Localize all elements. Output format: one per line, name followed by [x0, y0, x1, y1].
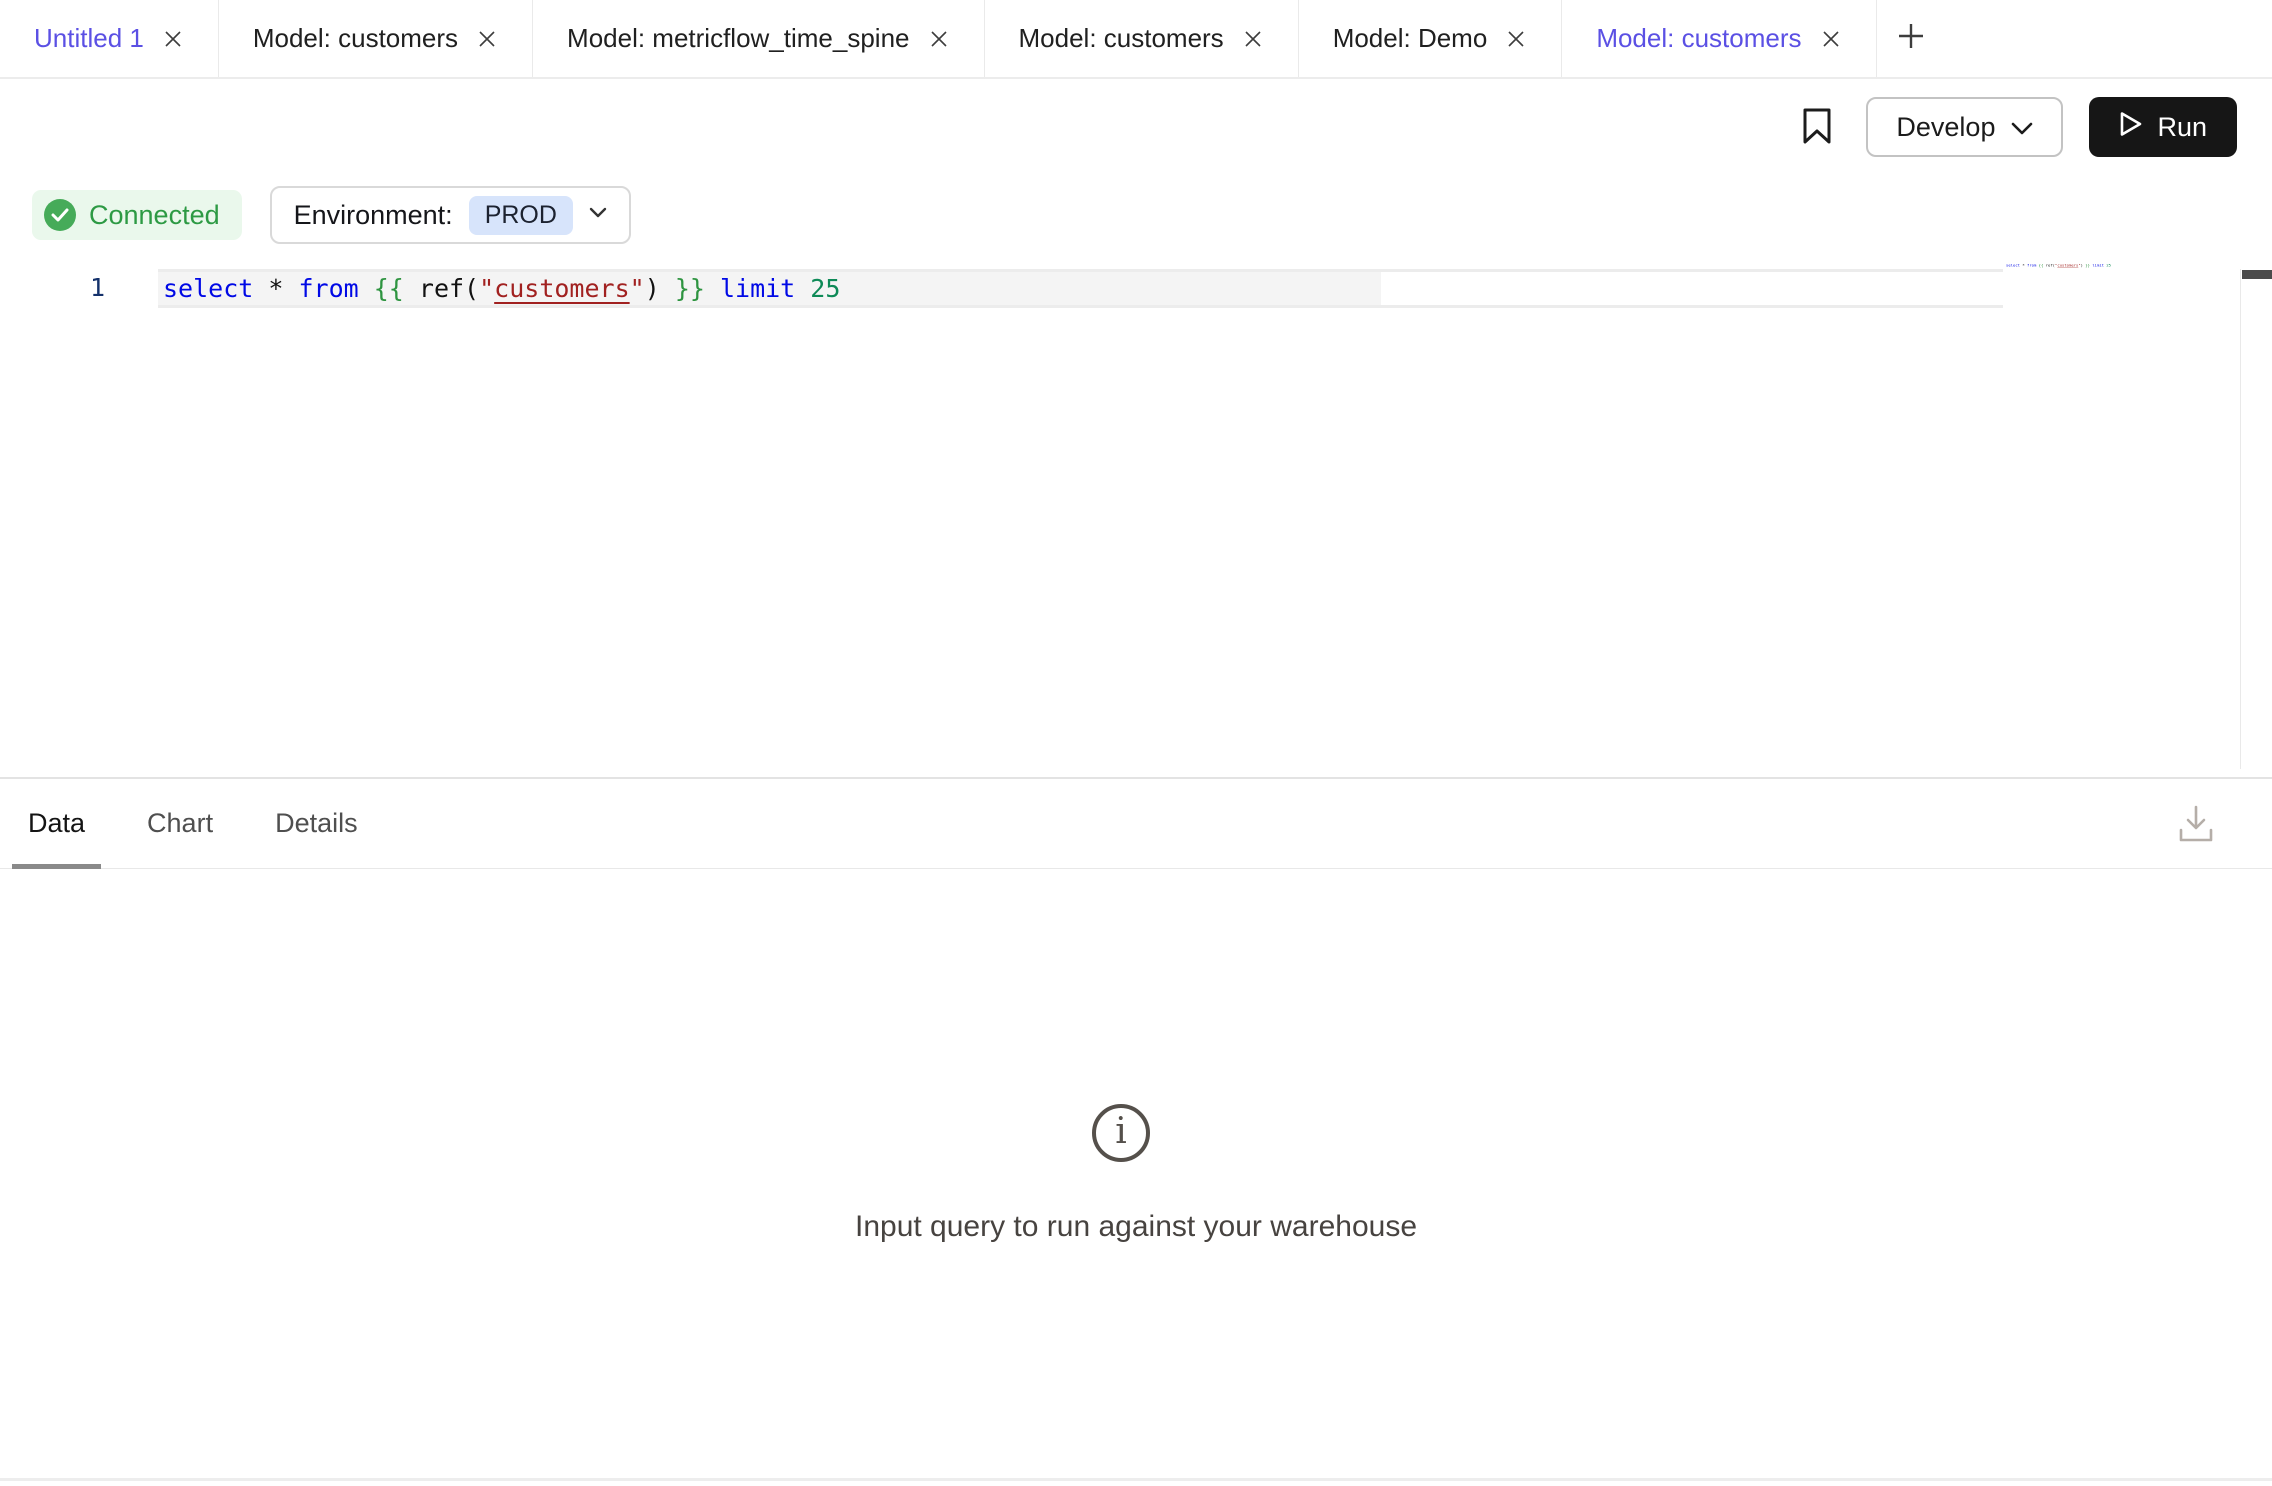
minimap-token: limit — [2092, 263, 2106, 267]
plus-icon — [1895, 20, 1927, 57]
minimap-token: 25 — [2106, 263, 2111, 267]
tab-untitled-1[interactable]: Untitled 1 — [0, 0, 219, 77]
minimap-token: {{ — [2039, 263, 2046, 267]
results-tab-label: Details — [275, 808, 358, 839]
empty-state-message: Input query to run against your warehous… — [855, 1210, 1417, 1244]
results-tab-bar: Data Chart Details — [0, 779, 2272, 869]
download-icon — [2177, 833, 2215, 848]
tab-model-metricflow-time-spine[interactable]: Model: metricflow_time_spine — [533, 0, 984, 77]
editor-scrollbar-thumb[interactable] — [2242, 270, 2272, 279]
add-tab-button[interactable] — [1877, 0, 1951, 77]
minimap-code-preview: select * from {{ ref("customers") }} lim… — [2006, 263, 2042, 267]
results-tab-label: Chart — [147, 808, 213, 839]
results-empty-state: i Input query to run against your wareho… — [0, 869, 2272, 1244]
download-results-button[interactable] — [2176, 803, 2216, 847]
environment-select[interactable]: Environment: PROD — [270, 186, 631, 244]
play-icon — [2119, 111, 2143, 144]
code-token: " — [630, 274, 645, 303]
close-tab-icon[interactable] — [1505, 28, 1527, 50]
code-token: limit — [720, 274, 810, 303]
close-tab-icon[interactable] — [928, 28, 950, 50]
tab-label: Model: customers — [1596, 23, 1801, 54]
editor-tab-bar: Untitled 1 Model: customers Model: metri… — [0, 0, 2272, 79]
close-tab-icon[interactable] — [476, 28, 498, 50]
editor-active-line[interactable]: select * from {{ ref("customers") }} lim… — [158, 269, 2003, 308]
bottom-divider — [0, 1478, 2272, 1481]
code-token: ref( — [419, 274, 479, 303]
tab-model-demo[interactable]: Model: Demo — [1299, 0, 1563, 77]
tab-label: Model: customers — [1019, 23, 1224, 54]
connection-status-badge: Connected — [32, 190, 242, 240]
tab-model-customers-3[interactable]: Model: customers — [1562, 0, 1876, 77]
environment-value-badge: PROD — [469, 196, 573, 235]
code-token: {{ — [374, 274, 419, 303]
run-button[interactable]: Run — [2089, 97, 2237, 157]
tab-label: Model: metricflow_time_spine — [567, 23, 909, 54]
code-token: " — [479, 274, 494, 303]
chevron-down-icon — [589, 206, 607, 224]
develop-button-label: Develop — [1896, 112, 1995, 143]
check-circle-icon — [44, 199, 76, 231]
close-tab-icon[interactable] — [1242, 28, 1264, 50]
results-panel: Data Chart Details i Input query to run … — [0, 777, 2272, 1482]
code-token: * — [268, 274, 298, 303]
sql-code-editor[interactable]: 1 select * from {{ ref("customers") }} l… — [0, 255, 2272, 777]
close-tab-icon[interactable] — [162, 28, 184, 50]
tab-label: Model: customers — [253, 23, 458, 54]
code-token: from — [298, 274, 373, 303]
minimap-token: from — [2027, 263, 2039, 267]
code-token: ) — [645, 274, 675, 303]
connection-status-label: Connected — [89, 200, 220, 231]
code-line-text: select * from {{ ref("customers") }} lim… — [158, 272, 2003, 305]
minimap-token: customers — [2057, 263, 2078, 267]
tab-chart[interactable]: Chart — [131, 779, 229, 868]
chevron-down-icon — [2011, 112, 2033, 143]
code-token: }} — [675, 274, 720, 303]
info-icon-glyph: i — [1115, 1114, 1127, 1150]
minimap-token: ref( — [2046, 263, 2055, 267]
minimap[interactable]: select * from {{ ref("customers") }} lim… — [2006, 263, 2240, 303]
code-token-ref-link[interactable]: customers — [494, 274, 629, 303]
toolbar: Develop Run — [0, 79, 2272, 175]
run-button-label: Run — [2157, 112, 2207, 143]
develop-button[interactable]: Develop — [1866, 97, 2063, 157]
minimap-token: }} — [2085, 263, 2092, 267]
bookmark-icon — [1801, 107, 1833, 148]
tab-label: Untitled 1 — [34, 23, 144, 54]
environment-label: Environment: — [294, 200, 453, 231]
tab-label: Model: Demo — [1333, 23, 1488, 54]
tab-data[interactable]: Data — [12, 779, 101, 868]
results-tab-label: Data — [28, 808, 85, 839]
scrollbar-track-divider — [2240, 269, 2241, 769]
bookmark-button[interactable] — [1794, 97, 1840, 157]
status-row: Connected Environment: PROD — [0, 175, 2272, 255]
tab-details[interactable]: Details — [259, 779, 374, 868]
editor-line-number: 1 — [0, 272, 105, 304]
minimap-token: select — [2006, 263, 2022, 267]
close-tab-icon[interactable] — [1820, 28, 1842, 50]
tab-model-customers-1[interactable]: Model: customers — [219, 0, 533, 77]
info-icon: i — [1092, 1104, 1150, 1162]
code-token: select — [163, 274, 268, 303]
tab-model-customers-2[interactable]: Model: customers — [985, 0, 1299, 77]
code-token: 25 — [810, 274, 840, 303]
